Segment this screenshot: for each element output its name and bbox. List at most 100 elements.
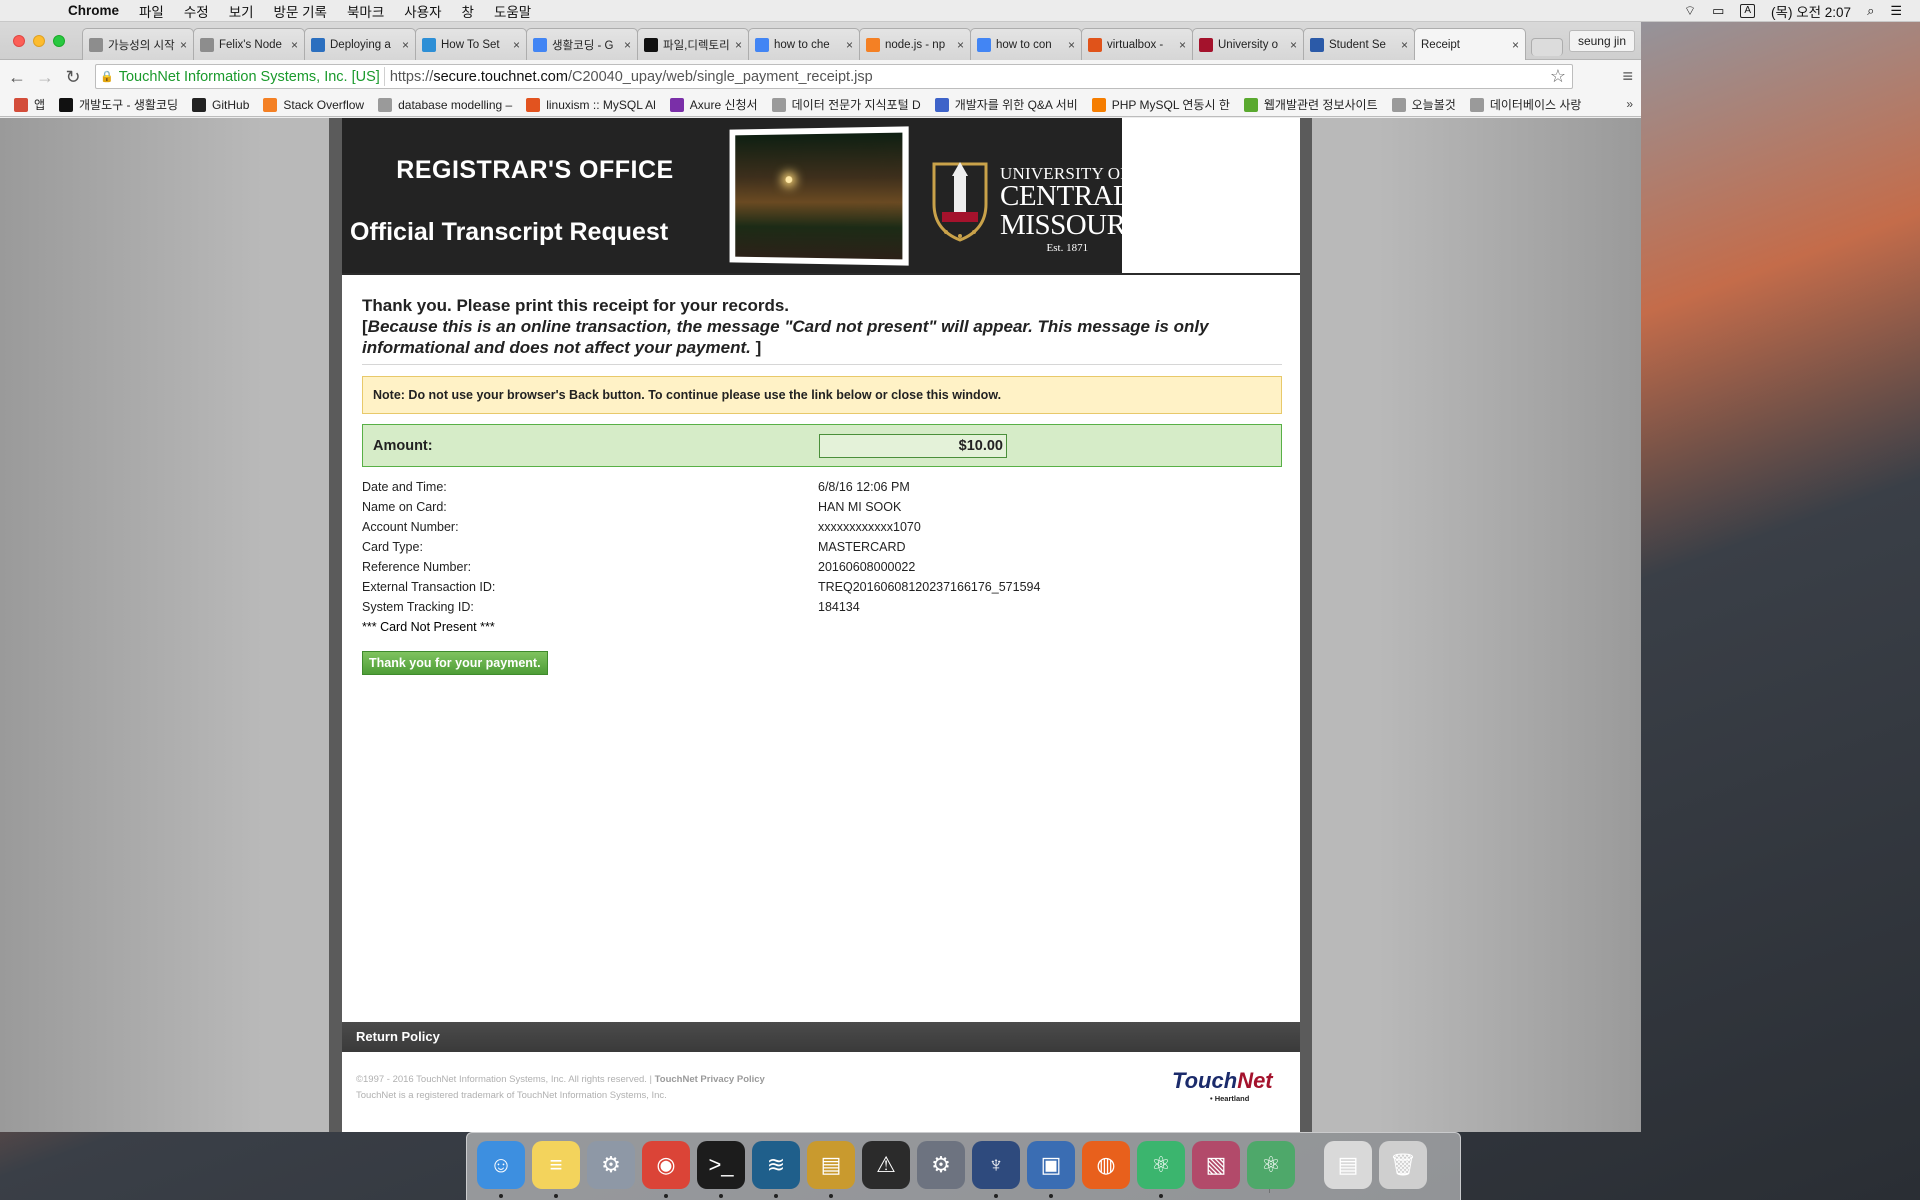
- virtualbox-icon[interactable]: ▣: [1027, 1141, 1075, 1189]
- payment-complete-button[interactable]: Thank you for your payment.: [362, 651, 548, 675]
- menu-item-people[interactable]: 사용자: [404, 1, 441, 21]
- input-source-indicator[interactable]: A: [1740, 3, 1756, 18]
- reload-icon[interactable]: ↻: [62, 66, 84, 88]
- ev-certificate-badge[interactable]: 🔒 TouchNet Information Systems, Inc. [US…: [100, 67, 385, 86]
- browser-tab[interactable]: 파일,디렉토리 ×: [637, 28, 749, 60]
- tab-close-icon[interactable]: ×: [952, 38, 964, 52]
- sourcetree-icon[interactable]: ♆: [972, 1141, 1020, 1189]
- tab-close-icon[interactable]: ×: [175, 38, 187, 52]
- disk-utility-icon[interactable]: ⚙: [917, 1141, 965, 1189]
- google-icon: [977, 37, 991, 52]
- terminal-icon[interactable]: >_: [697, 1141, 745, 1189]
- spotlight-search-icon[interactable]: ⌕: [1867, 3, 1874, 19]
- zoom-window-button[interactable]: [53, 35, 65, 47]
- browser-tab[interactable]: how to che ×: [748, 28, 860, 60]
- bookmarks-bar: 앱 개발도구 - 생활코딩 GitHub Stack Overflow database…: [0, 93, 1641, 117]
- atom-icon[interactable]: ⚛: [1137, 1141, 1185, 1189]
- notification-center-icon[interactable]: ☰: [1890, 3, 1902, 19]
- bookmark-label: 데이터 전문가 지식포털 D: [791, 98, 921, 112]
- browser-tab[interactable]: Student Se ×: [1303, 28, 1415, 60]
- browser-tab[interactable]: 생활코딩 - G ×: [526, 28, 638, 60]
- tab-list: 가능성의 시작 × Felix's Node × Deploying a × How To …: [82, 28, 1563, 61]
- tab-close-icon[interactable]: ×: [1174, 38, 1186, 52]
- address-bar[interactable]: 🔒 TouchNet Information Systems, Inc. [US…: [95, 64, 1573, 89]
- bookmark-item[interactable]: Axure 신청서: [669, 96, 758, 113]
- menu-item-edit[interactable]: 수정: [184, 1, 209, 21]
- bookmark-item[interactable]: 데이터베이스 사랑: [1469, 96, 1581, 113]
- tab-close-icon[interactable]: ×: [730, 38, 742, 52]
- browser-tab[interactable]: Felix's Node ×: [193, 28, 305, 60]
- bookmark-item[interactable]: 개발자를 위한 Q&A 서비: [934, 96, 1078, 113]
- menu-item-window[interactable]: 창: [462, 1, 474, 21]
- menu-clock[interactable]: (목) 오전 2:07: [1771, 1, 1851, 21]
- return-policy-link[interactable]: Return Policy: [342, 1022, 1300, 1052]
- new-tab-button[interactable]: [1531, 38, 1563, 56]
- battery-icon[interactable]: ▭: [1712, 3, 1724, 19]
- back-arrow-icon[interactable]: ←: [6, 66, 28, 88]
- bookmark-item[interactable]: GitHub: [192, 97, 249, 112]
- sequel-pro-icon[interactable]: ▤: [807, 1141, 855, 1189]
- bookmarks-overflow-icon[interactable]: »: [1626, 97, 1633, 111]
- tab-close-icon[interactable]: ×: [1507, 38, 1519, 52]
- tab-close-icon[interactable]: ×: [508, 38, 520, 52]
- url-text[interactable]: https://secure.touchnet.com/C20040_upay/…: [390, 69, 873, 85]
- close-window-button[interactable]: [13, 35, 25, 47]
- system-preferences-icon[interactable]: ⚙: [587, 1141, 635, 1189]
- profile-button[interactable]: seung jin: [1568, 30, 1635, 52]
- mysql-workbench-icon[interactable]: ≋: [752, 1141, 800, 1189]
- browser-tab[interactable]: node.js - np ×: [859, 28, 971, 60]
- tab-close-icon[interactable]: ×: [397, 38, 409, 52]
- trash-icon[interactable]: 🗑: [1379, 1141, 1427, 1189]
- forward-arrow-icon[interactable]: →: [34, 66, 56, 88]
- menu-item-history[interactable]: 방문 기록: [274, 1, 327, 21]
- bookmark-item[interactable]: 앱: [14, 96, 45, 113]
- menu-app-name[interactable]: Chrome: [68, 3, 119, 18]
- browser-tab[interactable]: How To Set ×: [415, 28, 527, 60]
- browser-tab[interactable]: Deploying a ×: [304, 28, 416, 60]
- tab-close-icon[interactable]: ×: [1396, 38, 1408, 52]
- page-viewport[interactable]: REGISTRAR'S OFFICE Official Transcript R…: [0, 118, 1641, 1132]
- bookmark-label: database modelling –: [398, 97, 513, 112]
- wifi-icon[interactable]: ⌔: [1684, 3, 1696, 19]
- browser-tab[interactable]: 가능성의 시작 ×: [82, 28, 194, 60]
- chrome-icon[interactable]: ◉: [642, 1141, 690, 1189]
- menu-item-view[interactable]: 보기: [229, 1, 254, 21]
- tab-close-icon[interactable]: ×: [1285, 38, 1297, 52]
- firefox-icon[interactable]: ◍: [1082, 1141, 1130, 1189]
- browser-window: 가능성의 시작 × Felix's Node × Deploying a × How To …: [0, 22, 1641, 1132]
- bookmark-item[interactable]: 개발도구 - 생활코딩: [59, 96, 178, 113]
- page-icon: [1469, 97, 1484, 112]
- menu-item-bookmarks[interactable]: 북마크: [347, 1, 384, 21]
- tab-close-icon[interactable]: ×: [286, 38, 298, 52]
- bookmark-item[interactable]: linuxism :: MySQL Al: [526, 97, 656, 112]
- tab-close-icon[interactable]: ×: [1063, 38, 1075, 52]
- privacy-policy-link[interactable]: TouchNet Privacy Policy: [655, 1074, 765, 1085]
- chrome-menu-icon[interactable]: ≡: [1622, 66, 1633, 87]
- finder-icon[interactable]: ☺: [477, 1141, 525, 1189]
- browser-tab[interactable]: virtualbox - ×: [1081, 28, 1193, 60]
- bookmark-star-icon[interactable]: ☆: [1550, 66, 1566, 87]
- notes-icon[interactable]: ≡: [532, 1141, 580, 1189]
- browser-tab[interactable]: University o ×: [1192, 28, 1304, 60]
- page-footer: ©1997 - 2016 TouchNet Information System…: [342, 1052, 1300, 1132]
- detail-label: Card Type:: [362, 540, 423, 554]
- browser-tab[interactable]: how to con ×: [970, 28, 1082, 60]
- tab-close-icon[interactable]: ×: [841, 38, 853, 52]
- bookmark-item[interactable]: database modelling –: [378, 97, 513, 112]
- minimize-window-button[interactable]: [33, 35, 45, 47]
- photo-icon[interactable]: ▧: [1192, 1141, 1240, 1189]
- tab-close-icon[interactable]: ×: [619, 38, 631, 52]
- atom-download-icon[interactable]: ⚛: [1247, 1141, 1295, 1189]
- documents-stack-icon[interactable]: ▤: [1324, 1141, 1372, 1189]
- console-icon[interactable]: ⚠: [862, 1141, 910, 1189]
- bookmark-item[interactable]: PHP MySQL 연동시 한: [1091, 96, 1230, 113]
- back-button-warning: Note: Do not use your browser's Back but…: [362, 376, 1282, 414]
- bookmark-item[interactable]: 웹개발관련 정보사이트: [1243, 96, 1378, 113]
- grid-icon: [1310, 37, 1324, 52]
- menu-item-file[interactable]: 파일: [139, 1, 164, 21]
- menu-item-help[interactable]: 도움말: [494, 1, 531, 21]
- bookmark-item[interactable]: Stack Overflow: [263, 97, 364, 112]
- browser-tab[interactable]: Receipt ×: [1414, 28, 1526, 61]
- bookmark-item[interactable]: 오늘볼것: [1391, 96, 1456, 113]
- bookmark-item[interactable]: 데이터 전문가 지식포털 D: [771, 96, 921, 113]
